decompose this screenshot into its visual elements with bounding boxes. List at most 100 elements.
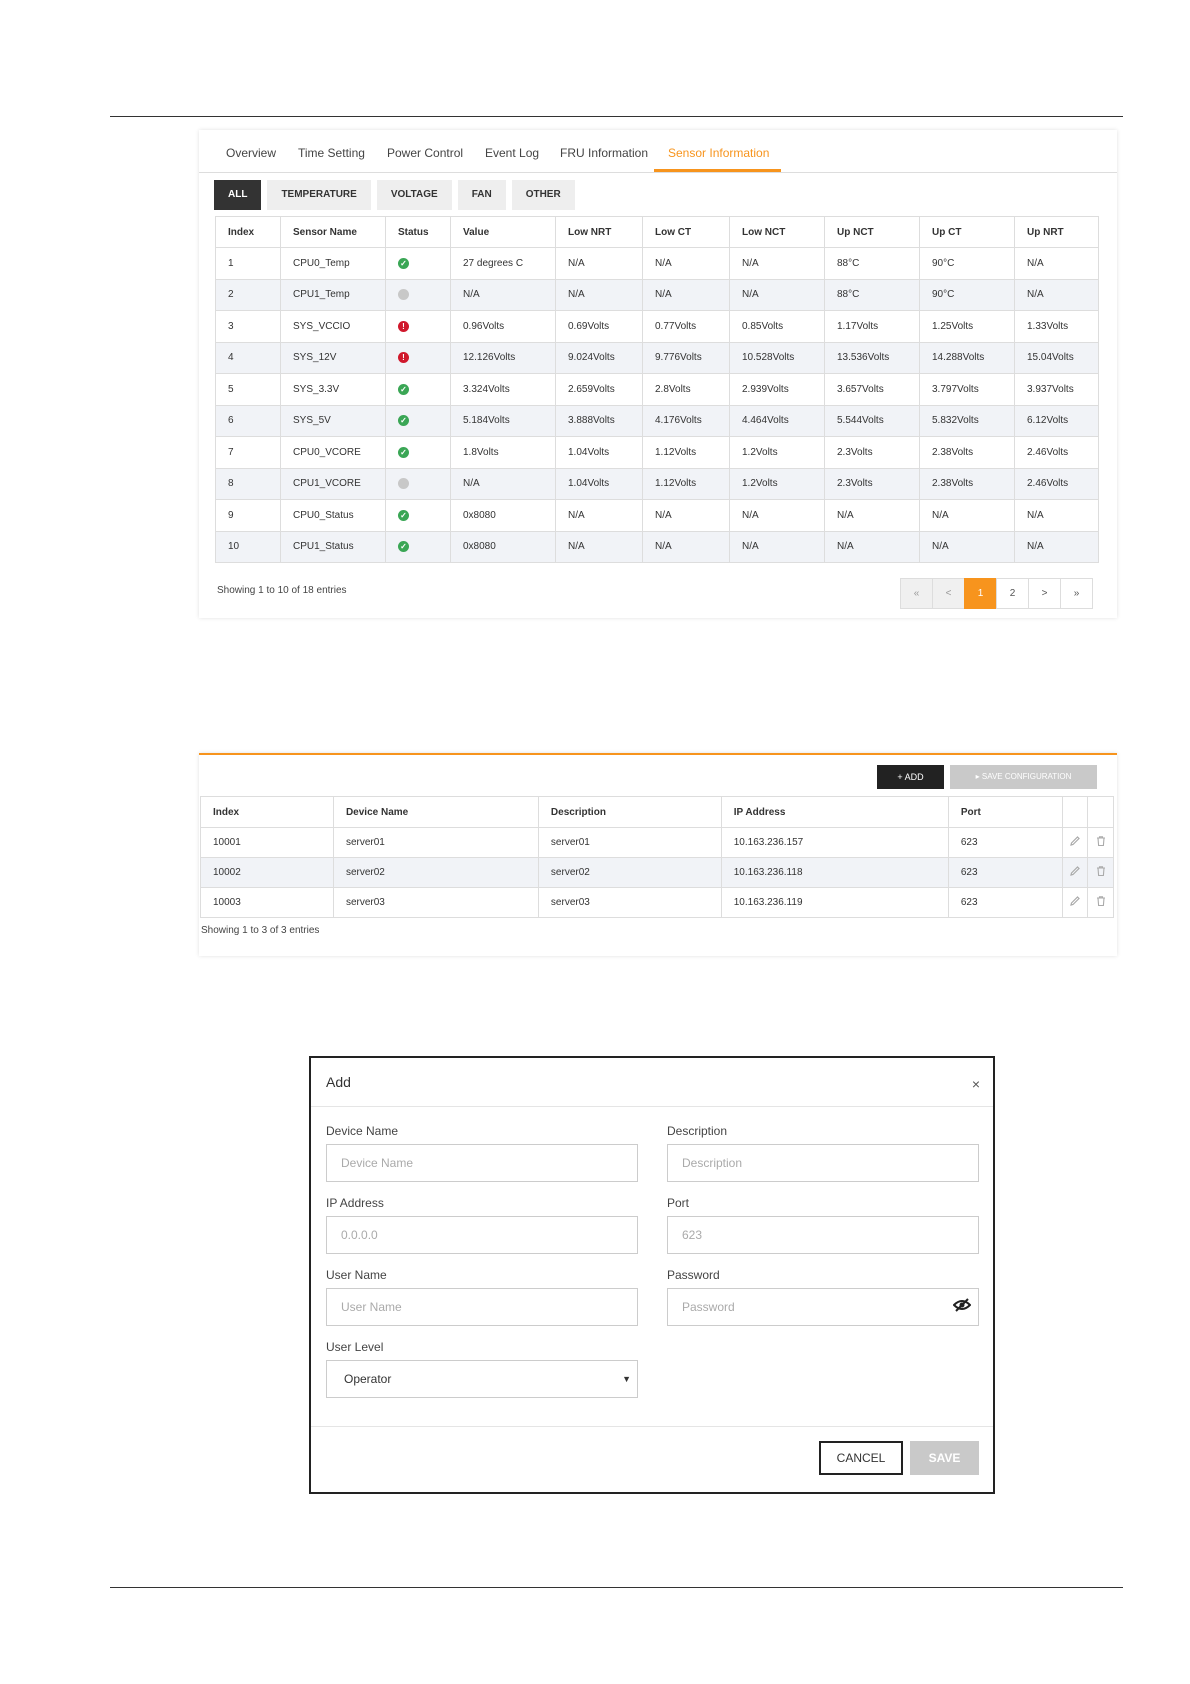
password-label: Password — [667, 1268, 720, 1282]
filter-voltage-button[interactable]: VOLTAGE — [376, 180, 452, 210]
sensor-index-cell: 9 — [215, 499, 281, 532]
sensor-low-ct-cell: 1.12Volts — [642, 467, 730, 500]
password-input[interactable] — [667, 1288, 979, 1326]
check-circle-icon: ✓ — [398, 383, 409, 395]
device-row: 10002 server02 server02 10.163.236.118 623 — [200, 857, 1114, 888]
page-1-button[interactable]: 1 — [964, 578, 997, 609]
column-header[interactable]: Up NCT — [824, 216, 920, 248]
port-label: Port — [667, 1196, 690, 1210]
next-page-button[interactable]: > — [1028, 578, 1061, 609]
dialog-footer-divider — [311, 1426, 993, 1427]
sensor-low-nrt-cell: N/A — [555, 499, 643, 532]
trash-icon[interactable] — [1087, 887, 1114, 918]
description-input[interactable] — [667, 1144, 979, 1182]
column-header[interactable]: Status — [385, 216, 451, 248]
sensor-name-cell: SYS_12V — [280, 341, 386, 374]
device-table-header: Index Device Name Description IP Address… — [200, 796, 1114, 828]
sensor-low-ct-cell: N/A — [642, 499, 730, 532]
filter-fan-button[interactable]: FAN — [457, 180, 506, 210]
active-tab-underline — [654, 169, 781, 172]
sensor-up-nrt-cell: N/A — [1014, 499, 1099, 532]
sensor-low-nrt-cell: N/A — [555, 278, 643, 311]
sensor-row: 3 SYS_VCCIO! 0.96Volts 0.69Volts 0.77Volts 0.… — [215, 310, 1099, 343]
sensor-low-nct-cell: 4.464Volts — [729, 404, 825, 437]
sensor-up-nrt-cell: 2.46Volts — [1014, 436, 1099, 469]
column-header[interactable]: Low NCT — [729, 216, 825, 248]
tab-time-setting[interactable]: Time Setting — [298, 146, 365, 160]
tab-power-control[interactable]: Power Control — [387, 146, 463, 160]
cancel-button[interactable]: CANCEL — [819, 1441, 903, 1475]
sensor-low-nct-cell: N/A — [729, 278, 825, 311]
sensor-index-cell: 8 — [215, 467, 281, 500]
column-header[interactable]: Index — [200, 796, 334, 828]
column-header[interactable]: Value — [450, 216, 556, 248]
column-header[interactable]: Sensor Name — [280, 216, 386, 248]
ip-address-label: IP Address — [326, 1196, 384, 1210]
pencil-icon[interactable] — [1061, 887, 1089, 918]
alert-circle-icon: ! — [398, 320, 409, 332]
sensor-value-cell: 0x8080 — [450, 530, 556, 563]
sensor-low-nrt-cell: 2.659Volts — [555, 373, 643, 406]
tab-event-log[interactable]: Event Log — [485, 146, 539, 160]
sensor-low-ct-cell: N/A — [642, 530, 730, 563]
sensor-up-nrt-cell: 3.937Volts — [1014, 373, 1099, 406]
sensor-low-nrt-cell: N/A — [555, 530, 643, 563]
sensor-up-nct-cell: 1.17Volts — [824, 310, 920, 343]
last-page-button[interactable]: » — [1060, 578, 1093, 609]
sensor-low-ct-cell: N/A — [642, 278, 730, 311]
pagination: « < 1 2 > » — [900, 578, 1093, 609]
device-name-input[interactable] — [326, 1144, 638, 1182]
inactive-circle-icon — [398, 478, 409, 490]
column-header[interactable]: Up CT — [919, 216, 1015, 248]
first-page-button[interactable]: « — [900, 578, 933, 609]
pencil-icon[interactable] — [1061, 827, 1089, 858]
sensor-low-nct-cell: 0.85Volts — [729, 310, 825, 343]
add-button[interactable]: + ADD — [877, 765, 944, 789]
check-circle-icon: ✓ — [398, 415, 409, 427]
column-header[interactable]: Up NRT — [1014, 216, 1099, 248]
sensor-up-nct-cell: N/A — [824, 530, 920, 563]
sensor-index-cell: 2 — [215, 278, 281, 311]
user-name-input[interactable] — [326, 1288, 638, 1326]
save-button[interactable]: SAVE — [910, 1441, 979, 1475]
device-entries-info: Showing 1 to 3 of 3 entries — [201, 925, 320, 936]
ip-address-input[interactable] — [326, 1216, 638, 1254]
check-circle-icon: ✓ — [398, 509, 409, 521]
filter-all-button[interactable]: ALL — [214, 180, 262, 210]
sensor-low-nrt-cell: 9.024Volts — [555, 341, 643, 374]
prev-page-button[interactable]: < — [932, 578, 965, 609]
save-configuration-button[interactable]: ▸ SAVE CONFIGURATION — [950, 765, 1097, 789]
pencil-icon[interactable] — [1061, 857, 1089, 888]
column-header[interactable]: IP Address — [720, 796, 949, 828]
status-cell: ✓ — [385, 530, 451, 563]
sensor-up-ct-cell: N/A — [919, 499, 1015, 532]
sensor-up-nrt-cell: N/A — [1014, 278, 1099, 311]
sensor-row: 1 CPU0_Temp ✓ 27 degrees C N/A N/A N/A 88°C 90°C… — [215, 247, 1099, 280]
column-header[interactable]: Description — [537, 796, 722, 828]
column-header[interactable]: Low NRT — [555, 216, 643, 248]
column-header[interactable]: Index — [215, 216, 281, 248]
device-index-cell: 10003 — [200, 887, 334, 918]
sensor-up-ct-cell: 3.797Volts — [919, 373, 1015, 406]
column-header[interactable]: Port — [947, 796, 1064, 828]
user-level-select[interactable]: Operator ▼ — [326, 1360, 638, 1398]
tab-fru-information[interactable]: FRU Information — [560, 146, 648, 160]
tab-sensor-information[interactable]: Sensor Information — [668, 146, 769, 160]
column-header[interactable]: Low CT — [642, 216, 730, 248]
page-2-button[interactable]: 2 — [996, 578, 1029, 609]
sensor-low-ct-cell: 2.8Volts — [642, 373, 730, 406]
trash-icon[interactable] — [1087, 857, 1114, 888]
port-input[interactable] — [667, 1216, 979, 1254]
eye-slash-icon[interactable] — [952, 1298, 972, 1315]
sensor-row: 8 CPU1_VCORE N/A 1.04Volts 1.12Volts 1.2Volts… — [215, 467, 1099, 500]
inactive-circle-icon — [398, 289, 409, 301]
device-description-cell: server02 — [537, 857, 722, 888]
filter-temperature-button[interactable]: TEMPERATURE — [267, 180, 371, 210]
trash-icon[interactable] — [1087, 827, 1114, 858]
filter-other-button[interactable]: OTHER — [511, 180, 575, 210]
tab-overview[interactable]: Overview — [226, 146, 276, 160]
device-port-cell: 623 — [947, 857, 1064, 888]
close-icon[interactable]: × — [972, 1076, 980, 1092]
sensor-index-cell: 3 — [215, 310, 281, 343]
column-header[interactable]: Device Name — [332, 796, 539, 828]
